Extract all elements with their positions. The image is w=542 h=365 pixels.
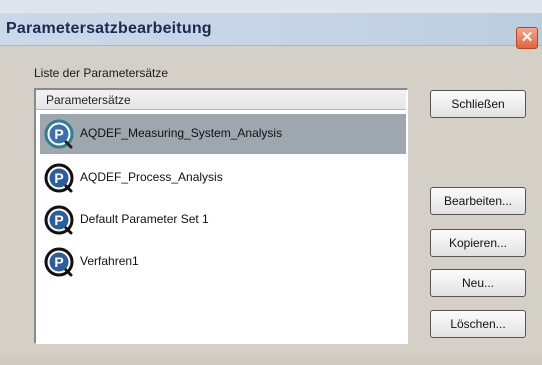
svg-text:P: P [54, 126, 63, 142]
close-button[interactable]: Schließen [430, 90, 526, 118]
delete-button[interactable]: Löschen... [430, 310, 526, 338]
list-item-label: AQDEF_Measuring_System_Analysis [80, 126, 283, 140]
titlebar[interactable]: Parametersatzbearbeitung ✕ [0, 13, 542, 49]
p-parameter-icon: P [44, 247, 74, 277]
window-title: Parametersatzbearbeitung [6, 20, 212, 37]
edit-button[interactable]: Bearbeiten... [430, 187, 526, 215]
p-parameter-icon: P [44, 205, 74, 235]
list-item[interactable]: P Default Parameter Set 1 [40, 200, 406, 240]
list-item[interactable]: P Verfahren1 [40, 242, 406, 282]
list-column-header[interactable]: Parametersätze [36, 90, 406, 110]
list-item[interactable]: P AQDEF_Measuring_System_Analysis [40, 114, 406, 154]
list-item[interactable]: P AQDEF_Process_Analysis [40, 158, 406, 198]
svg-text:P: P [54, 254, 63, 270]
list-header-label: Parametersätze [46, 93, 131, 107]
list-item-label: Verfahren1 [80, 254, 139, 268]
copy-button[interactable]: Kopieren... [430, 229, 526, 257]
parameter-set-list[interactable]: Parametersätze P AQDEF_Measuring_System_… [34, 88, 408, 344]
list-item-label: Default Parameter Set 1 [80, 212, 209, 226]
svg-text:P: P [54, 170, 63, 186]
close-icon[interactable]: ✕ [516, 27, 538, 49]
list-item-label: AQDEF_Process_Analysis [80, 170, 223, 184]
p-parameter-icon: P [44, 163, 74, 193]
group-label: Liste der Parametersätze [34, 66, 169, 80]
dialog-window: Parametersatzbearbeitung ✕ Liste der Par… [0, 0, 542, 365]
p-parameter-icon: P [44, 119, 74, 149]
new-button[interactable]: Neu... [430, 269, 526, 297]
dialog-bottom-edge [0, 356, 542, 365]
titlebar-edge [0, 0, 542, 13]
svg-text:P: P [54, 212, 63, 228]
